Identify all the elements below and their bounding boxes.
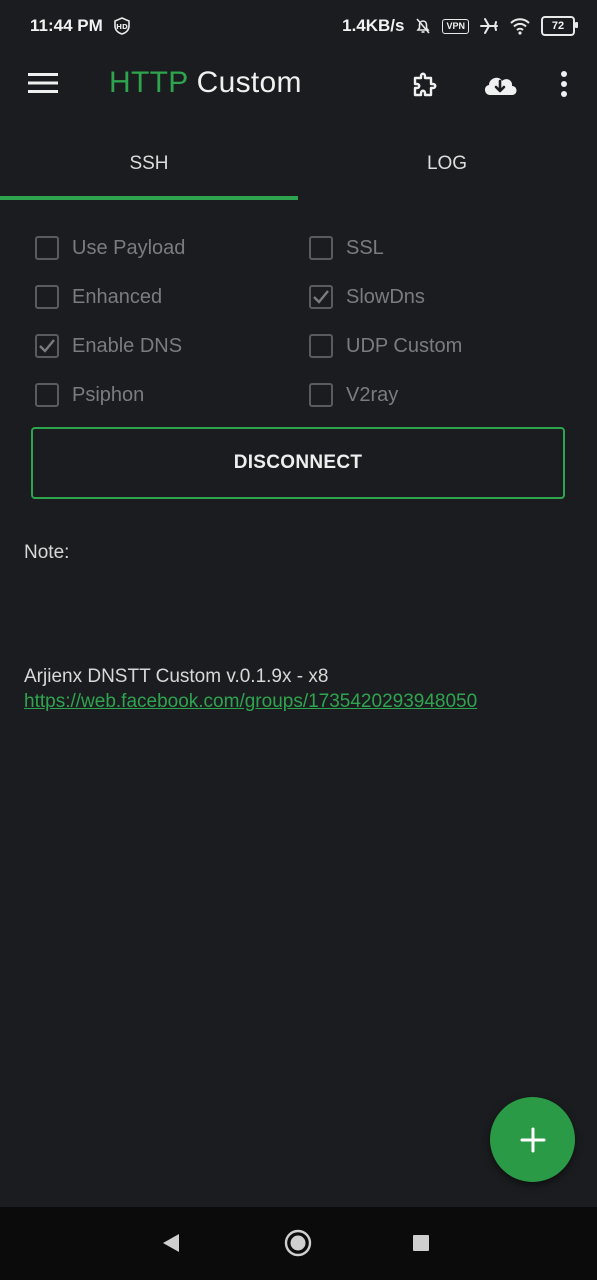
hd-shield-icon: HD xyxy=(113,17,131,35)
option-label: Enable DNS xyxy=(72,334,183,357)
check-icon xyxy=(39,339,55,353)
bell-off-icon xyxy=(414,17,432,35)
option-label: SSL xyxy=(346,236,384,259)
app-title-custom: Custom xyxy=(196,66,302,99)
airplane-icon xyxy=(479,17,499,35)
tab-log-label: LOG xyxy=(426,153,468,174)
recents-icon[interactable] xyxy=(412,1234,430,1257)
checkbox-ssl[interactable] xyxy=(309,236,333,260)
note-label: Note: xyxy=(24,542,70,563)
option-udp-custom[interactable]: UDP Custom xyxy=(309,326,462,366)
checkbox-use-payload[interactable] xyxy=(35,236,59,260)
back-icon[interactable] xyxy=(160,1232,182,1259)
home-icon[interactable] xyxy=(284,1229,312,1262)
checkbox-enable-dns[interactable] xyxy=(35,334,59,358)
app-title: HTTP Custom xyxy=(109,66,302,100)
tab-log[interactable]: LOG xyxy=(298,128,596,200)
option-label: Enhanced xyxy=(72,285,163,308)
checkbox-psiphon[interactable] xyxy=(35,383,59,407)
facebook-group-link[interactable]: https://web.facebook.com/groups/17354202… xyxy=(24,691,477,713)
option-v2ray[interactable]: V2ray xyxy=(309,375,398,415)
option-label: Psiphon xyxy=(72,383,145,406)
option-label: V2ray xyxy=(346,383,399,406)
check-icon xyxy=(313,290,329,304)
disconnect-button[interactable]: DISCONNECT xyxy=(31,427,565,499)
option-use-payload[interactable]: Use Payload xyxy=(35,228,185,268)
tab-bar: SSH LOG xyxy=(0,128,597,200)
option-enable-dns[interactable]: Enable DNS xyxy=(35,326,182,366)
cloud-download-icon[interactable] xyxy=(481,68,519,107)
more-vert-icon[interactable] xyxy=(556,70,572,105)
option-label: Use Payload xyxy=(72,236,186,259)
tab-ssh[interactable]: SSH xyxy=(0,128,298,200)
puzzle-icon[interactable] xyxy=(409,68,443,107)
checkbox-v2ray[interactable] xyxy=(309,383,333,407)
status-time: 11:44 PM xyxy=(30,16,103,35)
option-psiphon[interactable]: Psiphon xyxy=(35,375,144,415)
checkbox-udp-custom[interactable] xyxy=(309,334,333,358)
system-nav-bar xyxy=(0,1207,597,1280)
status-bar: 11:44 PM HD 1.4KB/s VPN 72 xyxy=(0,0,597,52)
config-info-text: Arjienx DNSTT Custom v.0.1.9x - x8 xyxy=(24,666,329,687)
vpn-icon: VPN xyxy=(442,18,469,34)
add-fab-button[interactable] xyxy=(490,1097,575,1182)
menu-icon[interactable] xyxy=(28,72,58,100)
option-slowdns[interactable]: SlowDns xyxy=(309,277,425,317)
app-title-http: HTTP xyxy=(109,66,188,99)
tab-ssh-label: SSH xyxy=(129,153,169,174)
option-label: UDP Custom xyxy=(346,334,463,357)
battery-icon: 72 xyxy=(541,16,578,36)
checkbox-slowdns[interactable] xyxy=(309,285,333,309)
checkbox-enhanced[interactable] xyxy=(35,285,59,309)
wifi-icon xyxy=(509,17,531,35)
option-ssl[interactable]: SSL xyxy=(309,228,384,268)
app-bar: HTTP Custom xyxy=(0,52,597,122)
network-speed: 1.4KB/s xyxy=(342,16,405,35)
plus-icon xyxy=(520,1127,545,1152)
option-label: SlowDns xyxy=(346,285,425,308)
option-enhanced[interactable]: Enhanced xyxy=(35,277,162,317)
svg-text:HD: HD xyxy=(116,23,128,31)
